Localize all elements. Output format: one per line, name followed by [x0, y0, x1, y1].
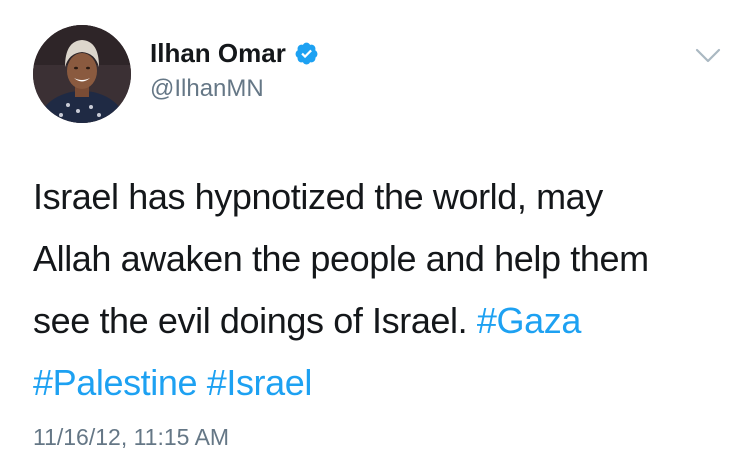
- tweet-text-segment: see the evil doings of Israel.: [33, 300, 468, 341]
- chevron-down-icon[interactable]: [695, 48, 721, 64]
- tweet-timestamp[interactable]: 11/16/12, 11:15 AM: [33, 424, 229, 451]
- avatar[interactable]: [33, 25, 131, 123]
- tweet-text-line: #Palestine #Israel: [33, 352, 723, 414]
- tweet-text-line: Allah awaken the people and help them: [33, 238, 649, 279]
- hashtag-gaza-link[interactable]: #Gaza: [477, 300, 581, 341]
- hashtag-israel-link[interactable]: #Israel: [207, 362, 313, 403]
- verified-badge-icon: [294, 41, 319, 66]
- author-name-row[interactable]: Ilhan Omar: [150, 38, 319, 69]
- tweet-text: Israel has hypnotized the world, may All…: [33, 166, 723, 414]
- avatar-image: [33, 25, 131, 123]
- author-handle[interactable]: @IlhanMN: [150, 75, 264, 103]
- tweet-text-line: see the evil doings of Israel. #Gaza: [33, 290, 723, 352]
- author-display-name[interactable]: Ilhan Omar: [150, 38, 286, 69]
- hashtag-palestine-link[interactable]: #Palestine: [33, 362, 198, 403]
- tweet-text-line: Israel has hypnotized the world, may: [33, 176, 603, 217]
- tweet-card: Ilhan Omar @IlhanMN Israel has hypnotize…: [0, 0, 750, 476]
